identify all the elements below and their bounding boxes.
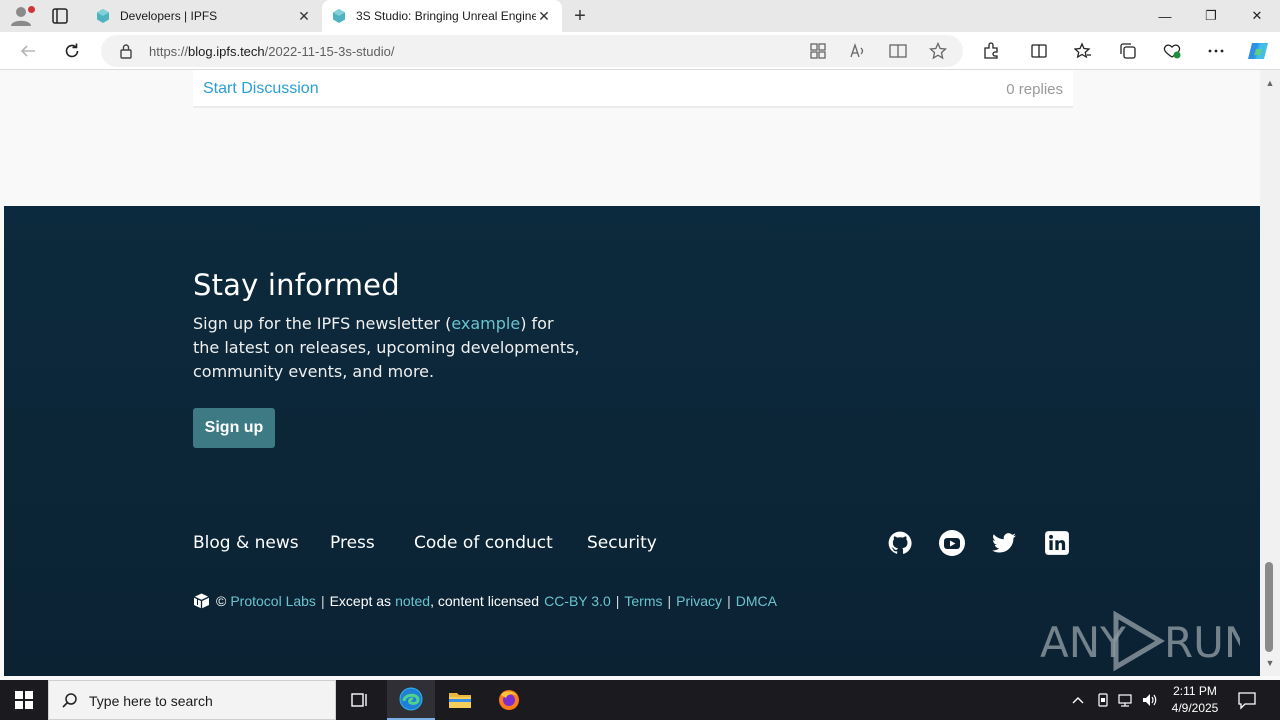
- minimize-button[interactable]: —: [1142, 0, 1188, 32]
- license-link[interactable]: CC-BY 3.0: [544, 593, 611, 609]
- privacy-link[interactable]: Privacy: [676, 593, 722, 609]
- start-discussion-link[interactable]: Start Discussion: [203, 80, 319, 98]
- more-menu-icon[interactable]: [1205, 40, 1227, 62]
- newsletter-example-link[interactable]: example: [451, 314, 520, 333]
- footer-link-code-of-conduct[interactable]: Code of conduct: [414, 533, 553, 553]
- sign-up-button[interactable]: Sign up: [193, 408, 275, 448]
- tab-developers-ipfs[interactable]: Developers | IPFS ✕: [86, 0, 322, 32]
- except-as-text: Except as: [329, 593, 392, 609]
- search-placeholder: Type here to search: [89, 693, 213, 709]
- legal-line: © Protocol Labs | Except as noted , cont…: [193, 593, 777, 609]
- twitter-icon[interactable]: [990, 530, 1016, 556]
- restore-button[interactable]: ❐: [1188, 0, 1234, 32]
- linkedin-icon[interactable]: [1044, 530, 1070, 556]
- task-view-button[interactable]: [336, 680, 384, 720]
- clock-time: 2:11 PM: [1173, 684, 1217, 698]
- network-icon[interactable]: [1116, 690, 1136, 710]
- clock-date: 4/9/2025: [1171, 701, 1219, 715]
- refresh-button[interactable]: [59, 39, 85, 63]
- protocol-labs-logo-icon: [193, 593, 210, 609]
- footer-link-security[interactable]: Security: [587, 533, 657, 553]
- split-screen-icon[interactable]: [1028, 40, 1050, 62]
- footer-link-press[interactable]: Press: [330, 533, 375, 553]
- windows-taskbar: Type here to search 2:11 PM 4/9/2025: [0, 680, 1280, 720]
- back-button[interactable]: [15, 39, 41, 63]
- scroll-down-arrow-icon[interactable]: ▼: [1264, 658, 1276, 668]
- separator: |: [667, 593, 672, 609]
- tab-title: Developers | IPFS: [120, 9, 218, 23]
- search-icon: [62, 693, 77, 708]
- content-licensed-text: , content licensed: [430, 593, 540, 609]
- taskbar-search-box[interactable]: Type here to search: [48, 680, 336, 720]
- site-footer: Stay informed Sign up for the IPFS newsl…: [4, 206, 1260, 676]
- ipfs-favicon-icon: [333, 9, 345, 23]
- folder-icon: [449, 693, 471, 708]
- firefox-icon: [499, 690, 519, 710]
- protocol-labs-link[interactable]: Protocol Labs: [230, 593, 316, 609]
- notification-dot: [28, 6, 35, 13]
- close-tab-icon[interactable]: ✕: [296, 8, 312, 25]
- volume-icon[interactable]: [1140, 690, 1160, 710]
- new-tab-button[interactable]: +: [568, 4, 592, 28]
- scrollbar-thumb[interactable]: [1265, 562, 1273, 652]
- discussion-panel: Start Discussion 0 replies: [193, 70, 1073, 108]
- edge-icon: [399, 687, 423, 711]
- browser-tab-bar: Developers | IPFS ✕ 3S Studio: Bringing …: [0, 0, 1280, 32]
- start-button[interactable]: [0, 680, 48, 720]
- refresh-icon: [65, 43, 79, 58]
- windows-logo-icon: [15, 691, 33, 709]
- replies-count: 0 replies: [1006, 81, 1063, 98]
- read-aloud-icon[interactable]: [847, 40, 869, 62]
- github-icon[interactable]: [887, 530, 913, 556]
- app-available-icon[interactable]: [807, 40, 829, 62]
- newsletter-description: Sign up for the IPFS newsletter (example…: [193, 314, 580, 381]
- address-bar[interactable]: https://blog.ipfs.tech/2022-11-15-3s-stu…: [101, 35, 963, 67]
- immersive-reader-icon[interactable]: [887, 40, 909, 62]
- vertical-scrollbar[interactable]: ▲ ▼: [1260, 70, 1280, 676]
- close-window-button[interactable]: ✕: [1234, 0, 1280, 32]
- tab-3s-studio[interactable]: 3S Studio: Bringing Unreal Engine ✕: [322, 0, 562, 32]
- profile-button[interactable]: [8, 4, 36, 28]
- tab-title: 3S Studio: Bringing Unreal Engine: [356, 9, 536, 23]
- favorite-star-icon[interactable]: [927, 40, 949, 62]
- back-arrow-icon: [20, 45, 35, 57]
- lock-icon: [120, 44, 132, 59]
- show-hidden-icons-icon[interactable]: [1068, 690, 1088, 710]
- copyright-symbol: ©: [216, 593, 227, 609]
- page-viewport: Start Discussion 0 replies Stay informed…: [4, 70, 1260, 676]
- extensions-icon[interactable]: [980, 40, 1002, 62]
- stay-informed-heading: Stay informed: [193, 268, 400, 302]
- separator: |: [615, 593, 620, 609]
- notification-center-icon[interactable]: [1236, 690, 1258, 710]
- footer-link-blog-news[interactable]: Blog & news: [193, 533, 299, 553]
- svg-text:ANY: ANY: [1040, 618, 1126, 667]
- svg-text:RUN: RUN: [1164, 618, 1240, 667]
- browser-toolbar: https://blog.ipfs.tech/2022-11-15-3s-stu…: [0, 32, 1280, 70]
- separator: |: [320, 593, 325, 609]
- firefox-taskbar-button[interactable]: [485, 680, 533, 720]
- tab-actions-button[interactable]: [48, 6, 72, 26]
- browser-essentials-icon[interactable]: [1161, 40, 1183, 62]
- device-icon[interactable]: [1093, 690, 1113, 710]
- copilot-icon[interactable]: [1246, 39, 1270, 63]
- anyrun-watermark: ANY RUN: [1040, 609, 1255, 673]
- dmca-link[interactable]: DMCA: [736, 593, 777, 609]
- taskbar-clock[interactable]: 2:11 PM 4/9/2025: [1160, 683, 1230, 717]
- noted-link[interactable]: noted: [395, 593, 430, 609]
- ipfs-favicon-icon: [97, 9, 109, 23]
- task-view-icon: [351, 693, 367, 707]
- edge-taskbar-button[interactable]: [387, 680, 435, 720]
- separator: |: [727, 593, 731, 609]
- scroll-up-arrow-icon[interactable]: ▲: [1264, 78, 1276, 88]
- close-tab-icon[interactable]: ✕: [536, 8, 552, 25]
- tab-actions-icon: [52, 8, 68, 24]
- favorites-icon[interactable]: [1072, 40, 1094, 62]
- terms-link[interactable]: Terms: [624, 593, 662, 609]
- collections-icon[interactable]: [1117, 40, 1139, 62]
- youtube-icon[interactable]: [938, 530, 965, 556]
- file-explorer-button[interactable]: [436, 680, 484, 720]
- url-text: https://blog.ipfs.tech/2022-11-15-3s-stu…: [149, 44, 395, 59]
